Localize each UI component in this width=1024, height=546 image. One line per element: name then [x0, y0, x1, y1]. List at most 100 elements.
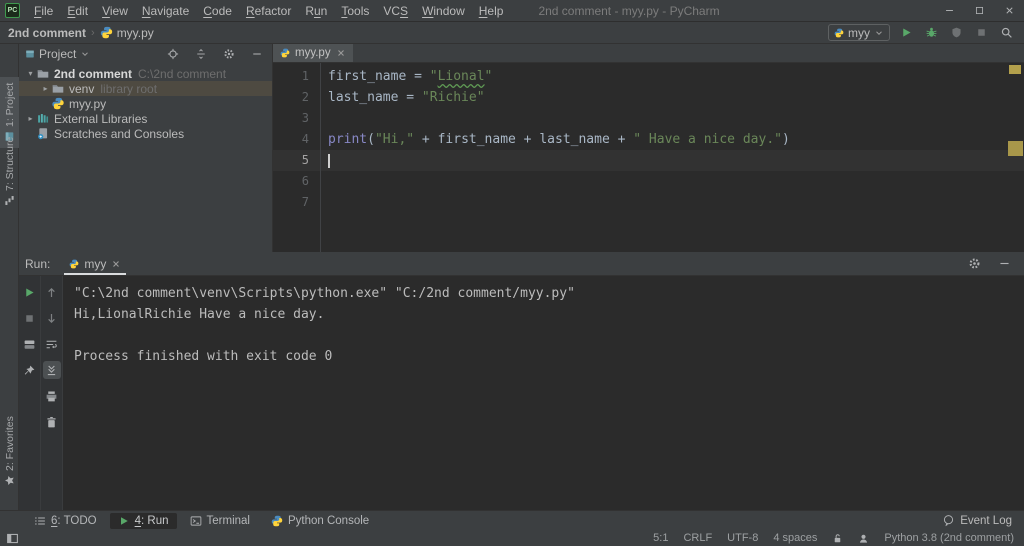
- toolwindow-toggle-icon[interactable]: [6, 532, 19, 545]
- run-config-selector[interactable]: myy: [828, 24, 890, 41]
- status-bar: 5:1 CRLF UTF-8 4 spaces Python 3.8 (2nd …: [0, 530, 1024, 546]
- tree-item-myy-py[interactable]: myy.py: [19, 96, 272, 111]
- menu-run[interactable]: Run: [298, 0, 334, 22]
- python-interpreter[interactable]: Python 3.8 (2nd comment): [884, 532, 1014, 544]
- inspection-indicator[interactable]: [1009, 65, 1021, 74]
- close-icon: [1004, 5, 1015, 16]
- menu-tools[interactable]: Tools: [334, 0, 376, 22]
- breadcrumb-project[interactable]: 2nd comment: [8, 26, 86, 40]
- rerun-button[interactable]: [21, 283, 39, 301]
- run-panel-body: "C:\2nd comment\venv\Scripts\python.exe"…: [19, 276, 1024, 510]
- print-button[interactable]: [43, 387, 61, 405]
- locate-button[interactable]: [163, 45, 182, 64]
- editor-line-3[interactable]: 3: [273, 108, 1024, 129]
- settings-button[interactable]: [219, 45, 238, 64]
- lock-icon[interactable]: [832, 533, 843, 544]
- project-tree: ▾ 2nd comment C:\2nd comment ▸ venv librar…: [19, 64, 272, 252]
- rerun-icon: [23, 286, 36, 299]
- menu-help[interactable]: Help: [472, 0, 511, 22]
- indent-style[interactable]: 4 spaces: [773, 532, 817, 544]
- expand-arrow-icon[interactable]: ▸: [40, 84, 51, 93]
- gutter-divider: [320, 63, 321, 252]
- run-panel-header: Run: myy: [19, 252, 1024, 276]
- list-icon: [34, 515, 46, 527]
- stripe-structure-button[interactable]: 7: Structure: [0, 131, 19, 212]
- toolwindow-tab-python-console[interactable]: Python Console: [263, 513, 377, 529]
- arrow-up-button[interactable]: [43, 283, 61, 301]
- stop-button[interactable]: [972, 23, 991, 42]
- run-toolbar: myy: [828, 23, 1016, 42]
- scrollbar-warning-mark[interactable]: [1008, 141, 1023, 156]
- libs-icon: [36, 112, 50, 125]
- menu-vcs[interactable]: VCS: [376, 0, 415, 22]
- expand-arrow-icon[interactable]: ▸: [25, 114, 36, 123]
- hide-button[interactable]: [247, 45, 266, 64]
- event-log-button[interactable]: Event Log: [942, 514, 1024, 527]
- menu-navigate[interactable]: Navigate: [135, 0, 196, 22]
- tree-item-external-libraries[interactable]: ▸ External Libraries: [19, 111, 272, 126]
- close-button[interactable]: [994, 0, 1024, 21]
- line-separator[interactable]: CRLF: [683, 532, 712, 544]
- run-icon: [900, 26, 913, 39]
- menu-code[interactable]: Code: [196, 0, 239, 22]
- breadcrumb-file[interactable]: myy.py: [100, 26, 154, 40]
- debug-icon: [925, 26, 938, 39]
- expand-arrow-icon[interactable]: ▾: [25, 69, 36, 78]
- caret-position[interactable]: 5:1: [653, 532, 668, 544]
- close-tab-icon[interactable]: [111, 259, 121, 269]
- close-tab-icon[interactable]: [336, 48, 346, 58]
- structure-icon: [4, 195, 15, 206]
- editor-line-1[interactable]: 1 first_name = "Lional": [273, 66, 1024, 87]
- editor-line-6[interactable]: 6: [273, 171, 1024, 192]
- tree-item-venv[interactable]: ▸ venv library root: [19, 81, 272, 96]
- left-tool-stripe: 1: Project 7: Structure 2: Favorites: [0, 44, 19, 510]
- minimize-button[interactable]: [934, 0, 964, 21]
- console-output[interactable]: "C:\2nd comment\venv\Scripts\python.exe"…: [63, 276, 1024, 510]
- menu-window[interactable]: Window: [415, 0, 472, 22]
- scroll-end-button[interactable]: [42, 361, 61, 379]
- editor-line-7[interactable]: 7: [273, 192, 1024, 213]
- run-button[interactable]: [897, 23, 916, 42]
- code-editor[interactable]: 1 first_name = "Lional" 2 last_name = "R…: [273, 63, 1024, 252]
- folder-icon: [36, 67, 50, 80]
- editor-line-5[interactable]: 5: [273, 150, 1024, 171]
- menu-file[interactable]: File: [27, 0, 60, 22]
- pycharm-logo-icon: PC: [5, 3, 20, 18]
- collapse-all-button[interactable]: [191, 45, 210, 64]
- arrow-down-icon: [45, 312, 58, 325]
- clear-button[interactable]: [43, 413, 61, 431]
- menu-view[interactable]: View: [95, 0, 135, 22]
- pin-button[interactable]: [21, 361, 39, 379]
- menu-refactor[interactable]: Refactor: [239, 0, 298, 22]
- tree-item-2nd-comment[interactable]: ▾ 2nd comment C:\2nd comment: [19, 66, 272, 81]
- hector-inspections-icon[interactable]: [858, 533, 869, 544]
- chevron-down-icon[interactable]: [80, 49, 90, 59]
- tree-item-scratches-and-consoles[interactable]: Scratches and Consoles: [19, 126, 272, 141]
- maximize-button[interactable]: [964, 0, 994, 21]
- line-number: 6: [301, 174, 309, 188]
- settings-button[interactable]: [965, 254, 984, 273]
- run-tab-myy[interactable]: myy: [62, 252, 128, 275]
- editor-tab-myy[interactable]: myy.py: [273, 44, 353, 62]
- project-panel-title[interactable]: Project: [39, 47, 76, 61]
- stripe-favorites-button[interactable]: 2: Favorites: [0, 410, 19, 492]
- soft-wrap-button[interactable]: [43, 335, 61, 353]
- menu-edit[interactable]: Edit: [60, 0, 95, 22]
- arrow-down-button[interactable]: [43, 309, 61, 327]
- editor-line-2[interactable]: 2 last_name = "Richie": [273, 87, 1024, 108]
- search-button[interactable]: [997, 23, 1016, 42]
- debug-button[interactable]: [922, 23, 941, 42]
- project-panel-actions: [163, 45, 266, 64]
- editor-line-4[interactable]: 4 print("Hi," + first_name + last_name +…: [273, 129, 1024, 150]
- menu-bar: File Edit View Navigate Code Refactor Run Tools…: [27, 0, 510, 21]
- soft-wrap-icon: [45, 338, 58, 351]
- hide-button[interactable]: [995, 254, 1014, 273]
- file-encoding[interactable]: UTF-8: [727, 532, 758, 544]
- toolwindow-tab-6-todo[interactable]: 6: TODO: [26, 513, 105, 529]
- toolwindow-tab-4-run[interactable]: 4: Run: [109, 512, 177, 529]
- restore-layout-button[interactable]: [21, 335, 39, 353]
- stop-button[interactable]: [21, 309, 39, 327]
- toolwindow-tab-terminal[interactable]: Terminal: [182, 513, 258, 529]
- coverage-button[interactable]: [947, 23, 966, 42]
